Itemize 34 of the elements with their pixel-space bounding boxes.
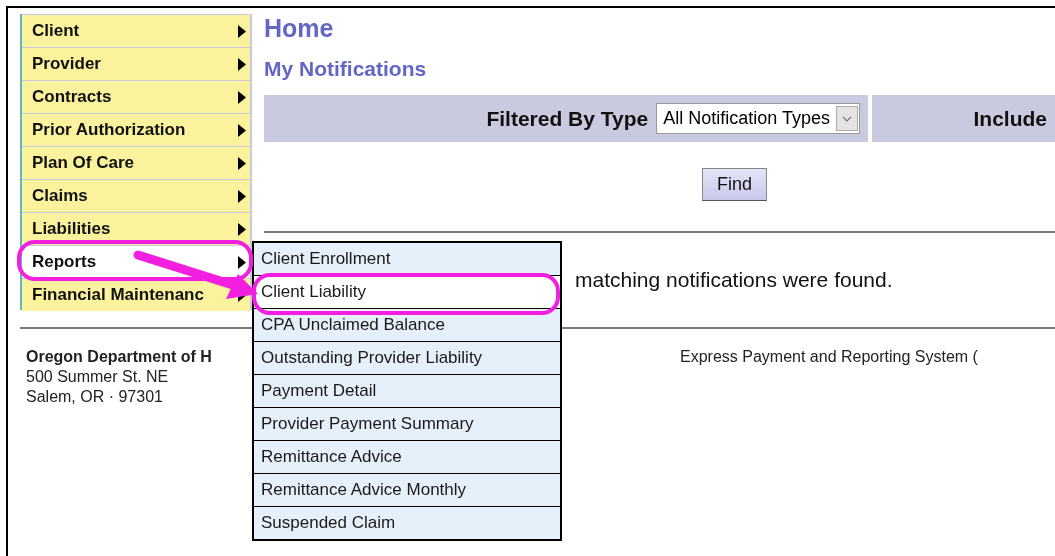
find-button[interactable]: Find	[702, 168, 767, 201]
submenu-item[interactable]: Remittance Advice Monthly	[254, 474, 560, 506]
filter-label: Include	[973, 106, 1047, 131]
submenu-item[interactable]: Client Liability	[254, 276, 560, 308]
menu-item[interactable]: Client	[22, 15, 250, 47]
filter-label: Filtered By Type	[486, 106, 649, 131]
submenu-arrow-icon	[238, 189, 246, 203]
submenu-arrow-icon	[238, 222, 246, 236]
submenu-arrow-icon	[238, 156, 246, 170]
dropdown-chevron-icon	[836, 106, 858, 131]
submenu-item[interactable]: Remittance Advice	[254, 441, 560, 473]
type-dropdown[interactable]: All Notification Types	[656, 103, 860, 134]
submenu-item[interactable]: Payment Detail	[254, 375, 560, 407]
section-title: My Notifications	[264, 57, 428, 81]
result-message: matching notifications were found.	[575, 268, 893, 292]
submenu-arrow-icon	[238, 255, 246, 269]
submenu-arrow-icon	[238, 90, 246, 104]
menu-item[interactable]: Plan Of Care	[22, 147, 250, 179]
submenu-arrow-icon	[238, 24, 246, 38]
menu-item[interactable]: Provider	[22, 48, 250, 80]
organization-name: Oregon Department of H	[26, 347, 212, 367]
page-title: Home	[264, 14, 335, 44]
submenu-item[interactable]: Suspended Claim	[254, 507, 560, 539]
system-name: Express Payment and Reporting System (	[680, 347, 978, 367]
menu-item[interactable]: Claims	[22, 180, 250, 212]
address-line: 500 Summer St. NE	[26, 367, 169, 387]
submenu-arrow-icon	[238, 123, 246, 137]
menu-item[interactable]: Prior Authorization	[22, 114, 250, 146]
submenu-arrow-icon	[238, 57, 246, 71]
submenu-item[interactable]: Client Enrollment	[254, 243, 560, 275]
menu-item[interactable]: Contracts	[22, 81, 250, 113]
address-line: Salem, OR · 97301	[26, 387, 163, 407]
submenu-item[interactable]: Outstanding Provider Liability	[254, 342, 560, 374]
submenu-item[interactable]: Provider Payment Summary	[254, 408, 560, 440]
